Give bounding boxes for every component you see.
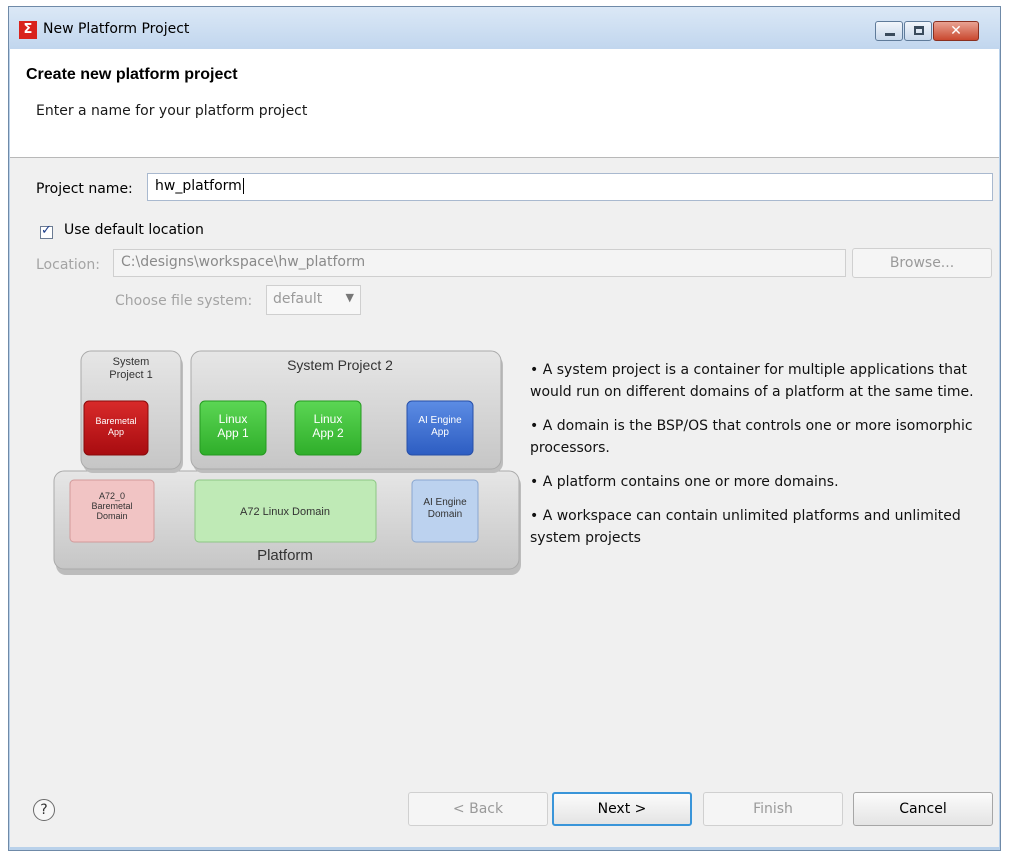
close-icon: ✕ — [950, 23, 962, 39]
minimize-button[interactable] — [875, 21, 903, 41]
browse-button[interactable]: Browse... — [852, 248, 992, 278]
help-icon[interactable]: ? — [33, 799, 55, 821]
close-button[interactable]: ✕ — [933, 21, 979, 41]
bullet-system-project: • A system project is a container for mu… — [530, 362, 974, 400]
finish-button[interactable]: Finish — [703, 792, 843, 826]
dialog-body: Create new platform project Enter a name… — [10, 49, 999, 847]
system-project-2-label: System Project 2 — [287, 357, 393, 373]
bullet-domain: • A domain is the BSP/OS that controls o… — [530, 418, 973, 456]
linux-app-2-label: Linux App 2 — [312, 412, 344, 440]
linux-app-1-label: Linux App 1 — [217, 412, 249, 440]
explanation-list: • A system project is a container for mu… — [530, 359, 980, 561]
a72-linux-domain-label: A72 Linux Domain — [240, 506, 330, 518]
title-bar[interactable]: Σ New Platform Project ✕ — [9, 7, 1000, 49]
platform-architecture-diagram: System Project 1 System Project 2 Baremet… — [53, 350, 521, 575]
platform-label: Platform — [257, 547, 313, 564]
maximize-icon — [914, 26, 924, 35]
ai-engine-domain-label: AI Engine Domain — [423, 497, 467, 520]
system-project-1-label: System Project 1 — [109, 356, 152, 381]
bullet-platform: • A platform contains one or more domain… — [530, 474, 839, 490]
window-title: New Platform Project — [43, 21, 190, 37]
bullet-workspace: • A workspace can contain unlimited plat… — [530, 508, 961, 546]
maximize-button[interactable] — [904, 21, 932, 41]
cancel-button[interactable]: Cancel — [853, 792, 993, 826]
xilinx-logo-icon: Σ — [19, 21, 37, 39]
minimize-icon — [885, 33, 895, 36]
new-platform-project-window: Σ New Platform Project ✕ Create new plat… — [8, 6, 1001, 851]
back-button[interactable]: < Back — [408, 792, 548, 826]
next-button[interactable]: Next > — [552, 792, 692, 826]
